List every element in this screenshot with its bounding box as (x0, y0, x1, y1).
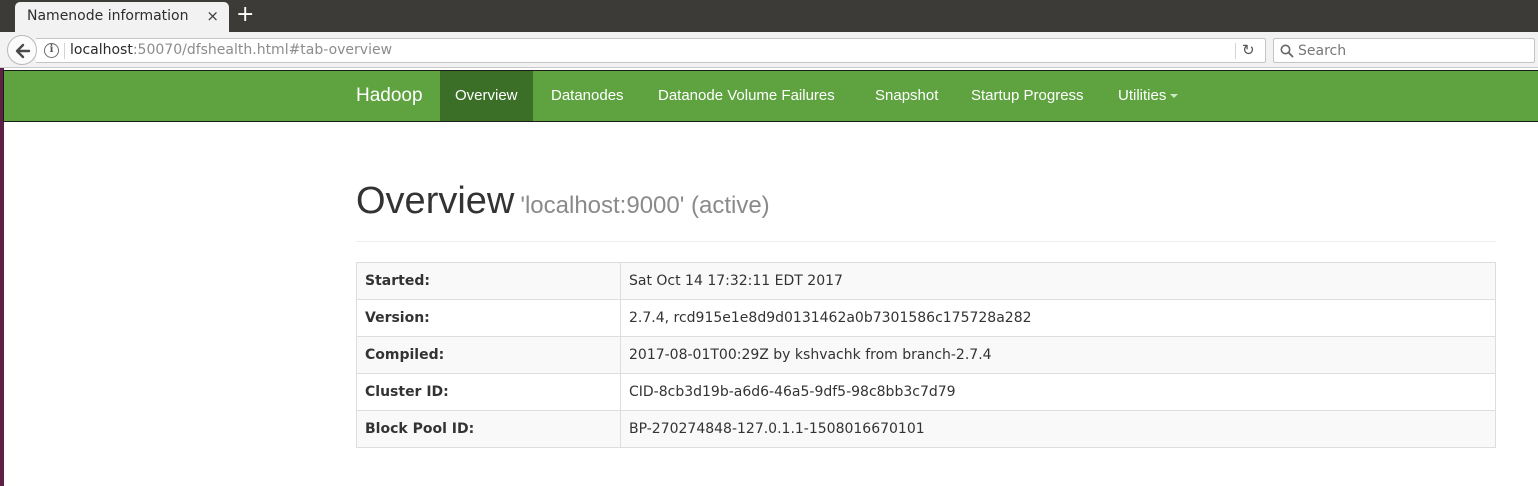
row-value: 2.7.4, rcd915e1e8d9d0131462a0b7301586c17… (620, 299, 1496, 337)
url-path: :50070/dfshealth.html#tab-overview (132, 42, 393, 58)
back-button[interactable] (7, 35, 37, 65)
row-label: Compiled: (356, 336, 621, 374)
brand-link[interactable]: Hadoop (356, 85, 423, 107)
browser-tab-strip: Namenode information × + (0, 0, 1538, 32)
nav-overview[interactable]: Overview (440, 71, 533, 121)
nav-datanodes[interactable]: Datanodes (536, 71, 639, 121)
close-tab-icon[interactable]: × (206, 7, 219, 25)
row-label: Block Pool ID: (356, 410, 621, 448)
url-divider (64, 43, 65, 59)
row-label: Started: (356, 262, 621, 300)
back-arrow-icon (15, 43, 31, 59)
new-tab-button[interactable]: + (236, 2, 254, 28)
row-value: CID-8cb3d19b-a6d6-46a5-9df5-98c8bb3c7d79 (620, 373, 1496, 411)
table-row: Compiled: 2017-08-01T00:29Z by kshvachk … (356, 336, 1496, 374)
search-box[interactable] (1273, 38, 1535, 63)
address-bar[interactable]: i localhost:50070/dfshealth.html#tab-ove… (36, 38, 1266, 63)
caret-down-icon (1170, 94, 1179, 99)
table-row: Version: 2.7.4, rcd915e1e8d9d0131462a0b7… (356, 299, 1496, 337)
site-info-icon[interactable]: i (44, 43, 59, 58)
overview-table: Started: Sat Oct 14 17:32:11 EDT 2017 Ve… (356, 262, 1496, 448)
table-row: Started: Sat Oct 14 17:32:11 EDT 2017 (356, 262, 1496, 300)
reload-icon[interactable]: ↻ (1242, 41, 1255, 59)
row-label: Version: (356, 299, 621, 337)
hadoop-navbar: Hadoop Overview Datanodes Datanode Volum… (3, 70, 1538, 122)
row-label: Cluster ID: (356, 373, 621, 411)
nav-startup-progress[interactable]: Startup Progress (956, 71, 1099, 121)
row-value: BP-270274848-127.0.1.1-1508016670101 (620, 410, 1496, 448)
url-host: localhost (70, 42, 133, 58)
page-header: Overview'localhost:9000' (active) (356, 180, 1496, 242)
search-input[interactable] (1298, 41, 1528, 61)
nav-datanode-volume-failures[interactable]: Datanode Volume Failures (643, 71, 850, 121)
row-value: Sat Oct 14 17:32:11 EDT 2017 (620, 262, 1496, 300)
browser-navigation-bar: i localhost:50070/dfshealth.html#tab-ove… (0, 32, 1538, 68)
tab-title: Namenode information (27, 8, 189, 24)
url-text[interactable]: localhost:50070/dfshealth.html#tab-overv… (70, 42, 392, 58)
page-subtitle: 'localhost:9000' (active) (520, 192, 770, 219)
nav-utilities-dropdown[interactable]: Utilities (1103, 71, 1193, 121)
browser-tab[interactable]: Namenode information × (15, 2, 229, 32)
table-row: Cluster ID: CID-8cb3d19b-a6d6-46a5-9df5-… (356, 373, 1496, 411)
row-value: 2017-08-01T00:29Z by kshvachk from branc… (620, 336, 1496, 374)
search-icon (1280, 44, 1294, 58)
nav-utilities-label: Utilities (1118, 87, 1167, 104)
table-row: Block Pool ID: BP-270274848-127.0.1.1-15… (356, 410, 1496, 448)
reload-divider (1235, 43, 1236, 59)
page-title: Overview'localhost:9000' (active) (356, 180, 770, 223)
nav-snapshot[interactable]: Snapshot (860, 71, 953, 121)
page-title-text: Overview (356, 180, 515, 222)
